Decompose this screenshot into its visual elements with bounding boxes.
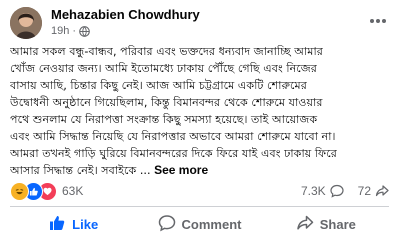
reaction-count[interactable]: 63K xyxy=(62,184,83,198)
comment-button[interactable]: Comment xyxy=(136,210,262,238)
comment-icon xyxy=(158,214,176,235)
author-name[interactable]: Mehazabien Chowdhury xyxy=(51,7,200,22)
reactions-bar: 63K 7.3K 72 xyxy=(10,182,389,201)
post-timestamp[interactable]: 19h xyxy=(51,25,69,37)
post-text-line: উদ্বোধনী অনুষ্ঠানে গিয়েছিলাম, কিন্তু বি… xyxy=(10,96,323,109)
share-icon xyxy=(296,214,314,235)
like-button[interactable]: Like xyxy=(10,210,136,238)
engagement-counts: 7.3K 72 xyxy=(301,184,389,198)
reaction-icons[interactable] xyxy=(10,182,57,201)
post-text: আমার সকল বন্ধু-বান্ধব, পরিবার এবং ভক্তদে… xyxy=(10,43,395,179)
post-text-last-line: আসার সিদ্ধান্ত নেই। সবাইকে ... See more xyxy=(10,162,395,179)
share-arrow-icon xyxy=(375,184,389,198)
post-text-line: পথে শুনলাম যে নিরাপত্তা সংক্রান্ত কিছু স… xyxy=(10,113,318,126)
post-text-line: আমরা তখনই গাড়ি ঘুরিয়ে বিমানবন্দরের দিক… xyxy=(10,147,337,160)
post-options-button[interactable] xyxy=(365,8,391,28)
thumbs-up-icon xyxy=(48,214,66,235)
comment-bubble-icon xyxy=(330,184,344,198)
post-text-line: এবং আমি সিদ্ধান্ত নিয়েছি যে নিরাপত্তার … xyxy=(10,130,336,143)
post-header: Mehazabien Chowdhury 19h · xyxy=(10,4,391,40)
meta-separator: · xyxy=(72,25,77,37)
post-text-line: খোঁজ নেওয়ার জন্য। আমি ইতোমধ্যে ঢাকায় প… xyxy=(10,62,317,75)
haha-icon xyxy=(10,182,29,201)
post-text-line: বাসায় আছি, চিন্তার কিছু নেই। আজ আমি চট্… xyxy=(10,79,307,92)
post-meta: 19h · xyxy=(51,25,90,37)
share-label: Share xyxy=(319,216,356,232)
facebook-post: Mehazabien Chowdhury 19h · আমার সকল বন্ধ… xyxy=(0,0,399,243)
see-more-link[interactable]: See more xyxy=(154,163,208,177)
comments-count[interactable]: 7.3K xyxy=(301,184,326,198)
divider xyxy=(10,206,389,207)
like-label: Like xyxy=(72,216,99,232)
post-actions: Like Comment Share xyxy=(10,210,389,238)
globe-icon[interactable] xyxy=(79,25,90,37)
post-text-line: আমার সকল বন্ধু-বান্ধব, পরিবার এবং ভক্তদে… xyxy=(10,45,323,58)
avatar[interactable] xyxy=(10,7,42,39)
shares-count[interactable]: 72 xyxy=(358,184,371,198)
ellipsis-icon xyxy=(369,9,387,28)
post-text-truncated: আসার সিদ্ধান্ত নেই। সবাইকে ... xyxy=(10,164,151,177)
share-button[interactable]: Share xyxy=(263,210,389,238)
comment-label: Comment xyxy=(181,216,242,232)
